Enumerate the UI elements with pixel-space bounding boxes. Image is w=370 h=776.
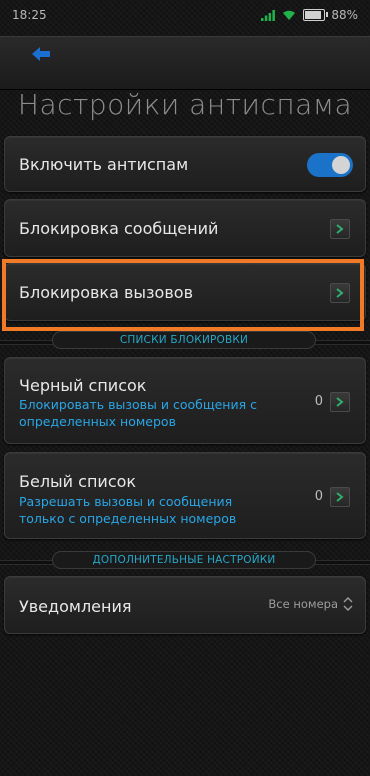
blacklist-title: Черный список bbox=[19, 376, 147, 395]
block-messages-chevron-icon bbox=[330, 219, 350, 239]
highlight-box bbox=[2, 259, 364, 331]
wifi-icon bbox=[283, 10, 296, 20]
back-button[interactable] bbox=[30, 45, 56, 67]
whitelist-title: Белый список bbox=[19, 472, 137, 491]
page-title: Настройки антиспама bbox=[17, 88, 353, 121]
blacklist-row[interactable]: Черный список Блокировать вызовы и сообщ… bbox=[4, 357, 366, 444]
notifications-title: Уведомления bbox=[19, 597, 132, 616]
section-block-lists-title: СПИСКИ БЛОКИРОВКИ bbox=[52, 331, 316, 349]
toggle-knob bbox=[332, 156, 350, 174]
blacklist-chevron-icon bbox=[330, 392, 350, 412]
status-bar: 18:25 88% bbox=[0, 0, 370, 30]
section-advanced-title: ДОПОЛНИТЕЛЬНЫЕ НАСТРОЙКИ bbox=[52, 551, 316, 569]
notifications-value: Все номера bbox=[268, 597, 338, 611]
block-messages-label: Блокировка сообщений bbox=[19, 219, 219, 238]
updown-chevron-icon bbox=[343, 597, 353, 611]
blacklist-count: 0 bbox=[314, 394, 323, 409]
battery-level: 88% bbox=[331, 8, 358, 22]
back-arrow-icon bbox=[32, 47, 50, 61]
status-time: 18:25 bbox=[12, 8, 47, 22]
notifications-row[interactable]: Уведомления Все номера bbox=[4, 576, 366, 634]
whitelist-count: 0 bbox=[314, 489, 323, 504]
block-messages-row[interactable]: Блокировка сообщений bbox=[4, 199, 366, 257]
whitelist-subtitle: Разрешать вызовы и сообщения только с оп… bbox=[19, 494, 237, 526]
battery-icon bbox=[303, 9, 329, 21]
antispam-toggle[interactable] bbox=[307, 153, 353, 177]
signal-icon bbox=[261, 9, 276, 21]
status-icons: 88% bbox=[261, 8, 358, 22]
notifications-dropdown[interactable]: Все номера bbox=[268, 597, 353, 611]
whitelist-row[interactable]: Белый список Разрешать вызовы и сообщени… bbox=[4, 452, 366, 539]
antispam-toggle-row[interactable]: Включить антиспам bbox=[4, 136, 366, 192]
top-bar bbox=[0, 36, 370, 90]
blacklist-subtitle: Блокировать вызовы и сообщения с определ… bbox=[19, 397, 257, 429]
whitelist-chevron-icon bbox=[330, 487, 350, 507]
section-advanced: ДОПОЛНИТЕЛЬНЫЕ НАСТРОЙКИ bbox=[0, 551, 370, 571]
section-block-lists: СПИСКИ БЛОКИРОВКИ bbox=[0, 331, 370, 351]
antispam-label: Включить антиспам bbox=[19, 155, 189, 174]
